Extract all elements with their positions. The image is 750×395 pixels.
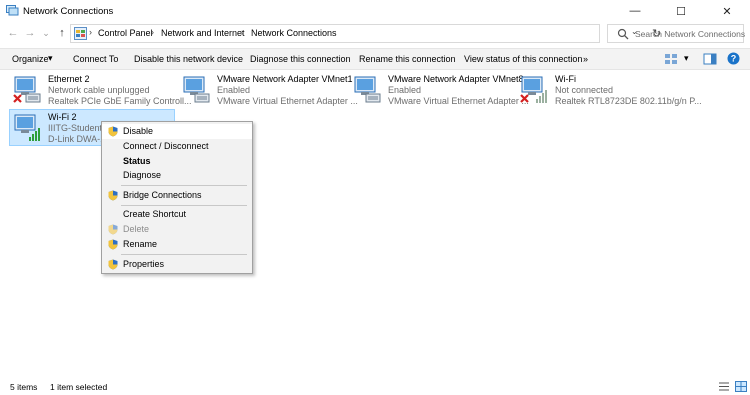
address-bar[interactable]: › Control Panel › Network and Internet ›… (70, 24, 661, 43)
breadcrumb-separator: › (241, 27, 244, 37)
connection-status: Enabled (388, 85, 422, 95)
network-connections-app-icon (6, 5, 19, 16)
menu-separator (121, 254, 247, 255)
command-bar: Organize ▾ Connect To Disable this netwo… (0, 48, 750, 70)
connection-device: Realtek PCIe GbE Family Controll... (48, 96, 192, 106)
search-input[interactable]: Search Network Connections (635, 29, 745, 39)
search-box[interactable]: Search Network Connections (607, 24, 745, 43)
window-title: Network Connections (23, 6, 114, 17)
items-count: 5 items (10, 382, 38, 392)
connection-device: Realtek RTL8723DE 802.11b/g/n P... (555, 96, 702, 106)
large-icons-view-icon[interactable] (735, 381, 747, 392)
menu-item-diagnose[interactable]: Diagnose (102, 168, 252, 183)
menu-item-disable[interactable]: Disable (102, 124, 252, 139)
connection-device: VMware Virtual Ethernet Adapter ... (388, 96, 529, 106)
menu-item-connect-disconnect[interactable]: Connect / Disconnect (102, 139, 252, 154)
organize-button[interactable]: Organize (12, 54, 49, 64)
recent-locations-chevron-icon[interactable]: ⌄ (38, 25, 54, 41)
breadcrumb-separator: › (151, 27, 154, 37)
svg-text:?: ? (731, 54, 737, 64)
status-bar: 5 items 1 item selected (0, 378, 750, 395)
menu-item-status[interactable]: Status (102, 154, 252, 169)
uac-shield-icon (108, 224, 118, 235)
uac-shield-icon (108, 259, 118, 270)
view-options-dropdown-icon[interactable]: ▾ (684, 53, 689, 64)
change-view-icon[interactable] (664, 53, 678, 65)
menu-item-properties[interactable]: Properties (102, 257, 252, 272)
organize-dropdown-icon[interactable]: ▾ (48, 53, 53, 64)
menu-item-bridge-connections[interactable]: Bridge Connections (102, 188, 252, 203)
connection-item-vmnet1[interactable]: VMware Network Adapter VMnet1 Enabled VM… (179, 72, 358, 108)
menu-item-label: Status (123, 156, 151, 166)
menu-item-label: Delete (123, 224, 150, 234)
connection-item-vmnet8[interactable]: VMware Network Adapter VMnet8 Enabled VM… (350, 72, 529, 108)
minimize-button[interactable]: — (612, 0, 658, 22)
rename-connection-button[interactable]: Rename this connection (359, 54, 456, 64)
breadcrumb-network-connections[interactable]: Network Connections (251, 28, 337, 38)
connection-item-wifi[interactable]: Wi-Fi Not connected Realtek RTL8723DE 80… (517, 72, 702, 108)
connection-item-ethernet-2[interactable]: Ethernet 2 Network cable unplugged Realt… (10, 72, 192, 108)
menu-item-label: Create Shortcut (123, 209, 187, 219)
menu-item-label: Rename (123, 239, 158, 249)
details-view-icon[interactable] (718, 381, 730, 392)
menu-item-label: Connect / Disconnect (123, 141, 209, 151)
diagnose-connection-button[interactable]: Diagnose this connection (250, 54, 351, 64)
connection-status: Enabled (217, 85, 251, 95)
connection-name: VMware Network Adapter VMnet8 (388, 74, 524, 84)
forward-arrow-icon[interactable]: → (22, 25, 38, 41)
context-menu: Disable Connect / Disconnect Status Diag… (101, 121, 253, 274)
ethernet-adapter-icon (354, 76, 381, 103)
menu-item-rename[interactable]: Rename (102, 237, 252, 252)
ethernet-adapter-icon (183, 76, 210, 103)
uac-shield-icon (108, 239, 118, 250)
search-icon (617, 28, 629, 40)
uac-shield-icon (108, 190, 118, 201)
view-status-button[interactable]: View status of this connection (464, 54, 582, 64)
more-commands-chevron-icon[interactable]: » (583, 54, 588, 64)
connection-name: Wi-Fi (555, 74, 576, 84)
connection-status: Network cable unplugged (48, 85, 150, 95)
uac-shield-icon (108, 126, 118, 137)
menu-separator (121, 205, 247, 206)
back-arrow-icon[interactable]: ← (5, 25, 21, 41)
ethernet-disconnected-icon (13, 76, 41, 103)
help-icon[interactable]: ? (727, 52, 740, 65)
menu-item-label: Disable (123, 126, 154, 136)
wifi-connected-icon (14, 114, 40, 141)
menu-item-create-shortcut[interactable]: Create Shortcut (102, 207, 252, 222)
control-panel-icon (74, 27, 87, 40)
menu-item-label: Properties (123, 259, 165, 269)
menu-item-label: Bridge Connections (123, 190, 202, 200)
breadcrumb-network-and-internet[interactable]: Network and Internet (161, 28, 245, 38)
preview-pane-icon[interactable] (703, 53, 717, 65)
title-bar: Network Connections — ☐ ✕ (0, 0, 750, 22)
close-button[interactable]: ✕ (704, 0, 750, 22)
connection-name: Wi-Fi 2 (48, 112, 77, 122)
connection-name: VMware Network Adapter VMnet1 (217, 74, 353, 84)
breadcrumb-separator: › (89, 27, 92, 37)
menu-item-label: Diagnose (123, 170, 162, 180)
connection-status: Not connected (555, 85, 614, 95)
maximize-button[interactable]: ☐ (658, 0, 704, 22)
menu-item-delete: Delete (102, 222, 252, 237)
up-arrow-icon[interactable]: ↑ (54, 25, 70, 41)
wifi-disconnected-icon (520, 76, 547, 103)
disable-device-button[interactable]: Disable this network device (134, 54, 243, 64)
connection-device: VMware Virtual Ethernet Adapter ... (217, 96, 358, 106)
connection-status: IIITG-Student (48, 123, 103, 133)
connection-name: Ethernet 2 (48, 74, 90, 84)
connection-device: D-Link DWA-1 (48, 134, 106, 144)
selection-count: 1 item selected (50, 382, 108, 392)
menu-separator (121, 185, 247, 186)
connect-to-button[interactable]: Connect To (73, 54, 118, 64)
breadcrumb-control-panel[interactable]: Control Panel (98, 28, 153, 38)
